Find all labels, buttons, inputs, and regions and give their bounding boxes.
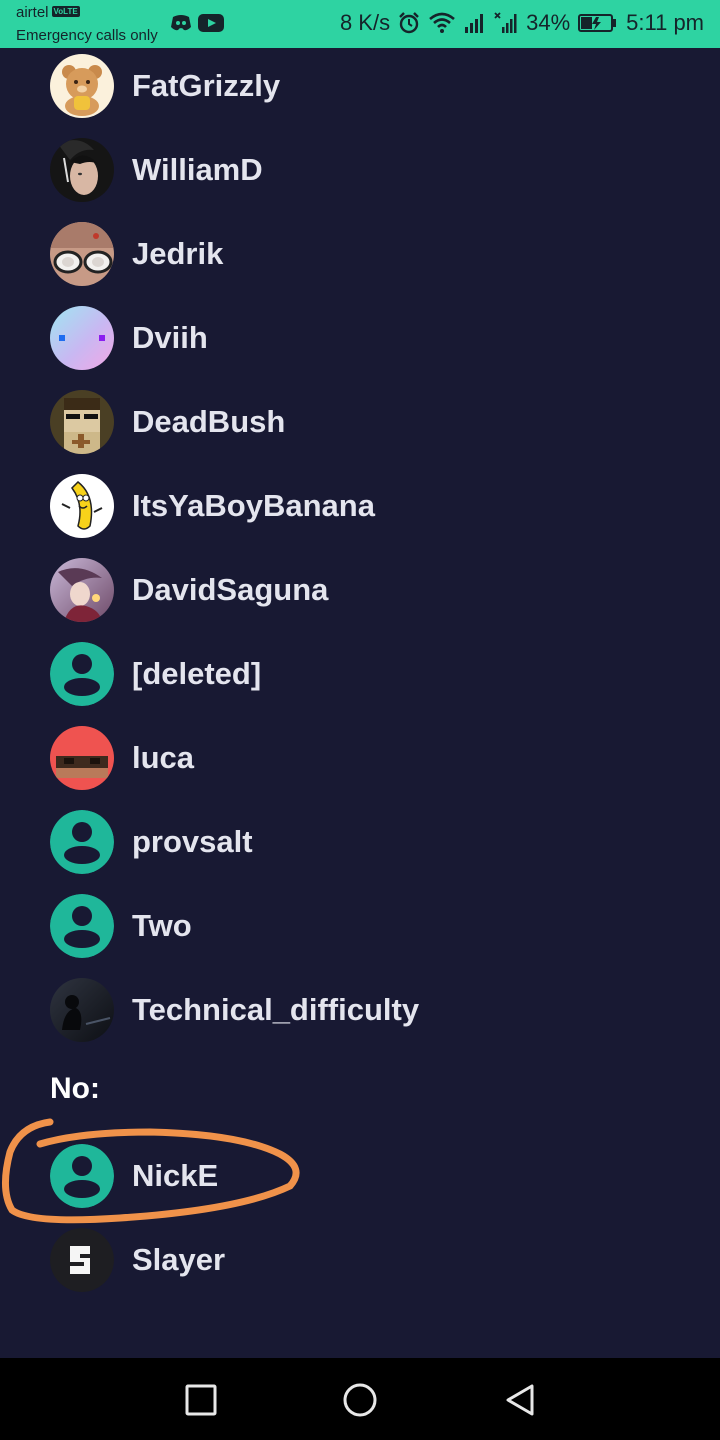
list-item[interactable]: WilliamD (50, 138, 263, 202)
list-item[interactable]: FatGrizzly (50, 54, 280, 118)
alarm-icon (398, 12, 420, 34)
recents-square-icon[interactable] (181, 1380, 221, 1420)
dark-photo-avatar (50, 978, 114, 1042)
member-name: FatGrizzly (132, 68, 281, 103)
default-user-avatar (50, 810, 114, 874)
network-speed: 8 K/s (339, 10, 391, 35)
list-item[interactable]: provsalt (50, 810, 253, 874)
status-bar: airtel VoLTE Emergency calls only 8 K/s 3… (0, 0, 720, 48)
youtube-icon (198, 14, 224, 37)
member-name: luca (132, 740, 195, 775)
list-item[interactable]: Slayer (50, 1228, 225, 1292)
pixel-avatar (50, 726, 114, 790)
volte-badge: VoLTE (51, 6, 80, 17)
list-item[interactable]: DavidSaguna (50, 558, 328, 622)
art-avatar (50, 558, 114, 622)
clock-time: 5:11 pm (626, 10, 704, 35)
member-name: Two (132, 908, 192, 943)
member-name: Technical_difficulty (132, 992, 420, 1027)
member-name: DeadBush (132, 404, 286, 439)
carrier-label: airtel VoLTE (16, 4, 80, 21)
list-item[interactable]: luca (50, 726, 194, 790)
default-user-avatar (50, 1144, 114, 1208)
bear-avatar (50, 54, 114, 118)
member-name: DavidSaguna (132, 572, 329, 607)
member-name: Dviih (132, 320, 208, 355)
photo-avatar (50, 222, 114, 286)
member-name: Slayer (132, 1242, 226, 1277)
battery-percent: 34% (526, 10, 571, 35)
default-user-avatar (50, 894, 114, 958)
member-name: provsalt (132, 824, 253, 859)
list-item[interactable]: Technical_difficulty (50, 978, 419, 1042)
member-name: WilliamD (132, 152, 263, 187)
gradient-avatar (50, 306, 114, 370)
battery-charging-icon (578, 13, 618, 33)
list-item[interactable]: NickE (50, 1144, 218, 1208)
list-item[interactable]: Jedrik (50, 222, 223, 286)
list-item[interactable]: ItsYaBoyBanana (50, 474, 375, 538)
list-item[interactable]: DeadBush (50, 390, 285, 454)
member-name: Jedrik (132, 236, 224, 271)
discord-icon (170, 14, 192, 37)
member-name: ItsYaBoyBanana (132, 488, 375, 523)
back-triangle-icon[interactable] (500, 1380, 540, 1420)
banana-avatar (50, 474, 114, 538)
member-name: NickE (132, 1158, 219, 1193)
navigation-bar (0, 1358, 720, 1440)
default-user-avatar (50, 642, 114, 706)
signal-icon (464, 12, 486, 34)
member-name: [deleted] (132, 656, 262, 691)
photo-avatar (50, 138, 114, 202)
list-item[interactable]: Dviih (50, 306, 208, 370)
emergency-calls-text: Emergency calls only (16, 27, 158, 44)
list-item[interactable]: [deleted] (50, 642, 261, 706)
home-circle-icon[interactable] (340, 1380, 380, 1420)
list-item[interactable]: Two (50, 894, 192, 958)
wifi-icon (428, 12, 456, 34)
logo-avatar (50, 1228, 114, 1292)
pixel-avatar (50, 390, 114, 454)
signal-no-service-icon (494, 12, 518, 34)
section-label-no: No: (50, 1072, 100, 1105)
